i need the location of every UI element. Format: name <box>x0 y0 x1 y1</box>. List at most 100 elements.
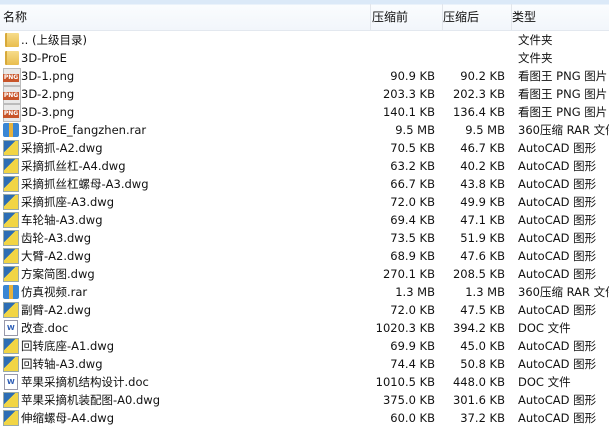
file-row[interactable]: 3D-ProE 文件夹 <box>0 49 609 67</box>
file-type: AutoCAD 图形 <box>518 141 597 155</box>
file-row[interactable]: 采摘抓-A2.dwg 70.5 KB 46.7 KB AutoCAD 图形 <box>0 139 609 157</box>
dwg-icon <box>3 248 19 264</box>
column-divider[interactable] <box>370 4 371 30</box>
size-after: 47.5 KB <box>460 303 505 317</box>
size-before: 66.7 KB <box>390 177 435 191</box>
file-type: AutoCAD 图形 <box>518 303 597 317</box>
size-before: 63.2 KB <box>390 159 435 173</box>
column-after[interactable]: 压缩后 <box>443 8 479 25</box>
size-after: 40.2 KB <box>460 159 505 173</box>
folder-icon <box>5 33 19 47</box>
column-header: 名称 压缩前 压缩后 类型 <box>0 0 609 31</box>
dwg-icon <box>3 230 19 246</box>
file-row[interactable]: 3D-2.png 203.3 KB 202.3 KB 看图王 PNG 图片 <box>0 85 609 104</box>
doc-icon <box>4 374 18 390</box>
file-row[interactable]: 采摘抓丝杠-A4.dwg 63.2 KB 40.2 KB AutoCAD 图形 <box>0 157 609 175</box>
file-name: 苹果采摘机装配图-A0.dwg <box>21 393 160 407</box>
dwg-icon <box>3 392 19 408</box>
file-name: 采摘抓-A2.dwg <box>21 141 103 155</box>
file-row[interactable]: 方案简图.dwg 270.1 KB 208.5 KB AutoCAD 图形 <box>0 265 609 283</box>
file-name: 回转轴-A3.dwg <box>21 357 103 371</box>
file-row[interactable]: 回转轴-A3.dwg 74.4 KB 50.8 KB AutoCAD 图形 <box>0 355 609 373</box>
file-row[interactable]: 改查.doc 1020.3 KB 394.2 KB DOC 文件 <box>0 319 609 337</box>
file-row[interactable]: 3D-ProE_fangzhen.rar 9.5 MB 9.5 MB 360压缩 RA… <box>0 121 609 139</box>
size-after: 51.9 KB <box>460 231 505 245</box>
dwg-icon <box>3 158 19 174</box>
size-after: 301.6 KB <box>452 393 505 407</box>
file-name: 方案简图.dwg <box>21 267 95 281</box>
column-name[interactable]: 名称 <box>3 8 27 25</box>
file-type: AutoCAD 图形 <box>518 267 597 281</box>
file-row[interactable]: 回转底座-A1.dwg 69.9 KB 45.0 KB AutoCAD 图形 <box>0 337 609 355</box>
size-after: 49.9 KB <box>460 195 505 209</box>
file-name: 副臂-A2.dwg <box>21 303 91 317</box>
size-before: 70.5 KB <box>390 141 435 155</box>
size-before: 140.1 KB <box>382 105 435 119</box>
size-after: 202.3 KB <box>452 87 505 101</box>
file-name: 3D-3.png <box>21 105 75 119</box>
file-type: AutoCAD 图形 <box>518 159 597 173</box>
size-after: 394.2 KB <box>452 321 505 335</box>
size-after: 9.5 MB <box>465 123 505 137</box>
file-name: 苹果采摘机结构设计.doc <box>21 375 149 389</box>
file-name: 3D-ProE <box>21 51 67 65</box>
column-type[interactable]: 类型 <box>512 8 536 25</box>
size-before: 1020.3 KB <box>375 321 435 335</box>
dwg-icon <box>3 410 19 426</box>
file-row[interactable]: 大臂-A2.dwg 68.9 KB 47.6 KB AutoCAD 图形 <box>0 247 609 265</box>
file-row[interactable]: 3D-1.png 90.9 KB 90.2 KB 看图王 PNG 图片 <box>0 67 609 86</box>
size-before: 375.0 KB <box>382 393 435 407</box>
size-before: 72.0 KB <box>390 195 435 209</box>
file-name: 车轮轴-A3.dwg <box>21 213 103 227</box>
column-before[interactable]: 压缩前 <box>372 8 408 25</box>
size-before: 1.3 MB <box>395 285 435 299</box>
dwg-icon <box>3 176 19 192</box>
file-row[interactable]: 3D-3.png 140.1 KB 136.4 KB 看图王 PNG 图片 <box>0 103 609 122</box>
dwg-icon <box>3 302 19 318</box>
file-type: AutoCAD 图形 <box>518 177 597 191</box>
file-type: AutoCAD 图形 <box>518 339 597 353</box>
file-row[interactable]: 齿轮-A3.dwg 73.5 KB 51.9 KB AutoCAD 图形 <box>0 229 609 247</box>
file-type: 文件夹 <box>518 33 553 47</box>
png-icon <box>3 86 21 104</box>
file-row[interactable]: 副臂-A2.dwg 72.0 KB 47.5 KB AutoCAD 图形 <box>0 301 609 319</box>
dwg-icon <box>3 140 19 156</box>
file-type: 看图王 PNG 图片 <box>518 87 608 101</box>
size-after: 46.7 KB <box>460 141 505 155</box>
file-type: 360压缩 RAR 文件 <box>518 285 609 299</box>
file-row[interactable]: 苹果采摘机装配图-A0.dwg 375.0 KB 301.6 KB AutoCAD 图… <box>0 391 609 409</box>
file-row[interactable]: 采摘抓丝杠螺母-A3.dwg 66.7 KB 43.8 KB AutoCAD 图形 <box>0 175 609 193</box>
size-before: 69.9 KB <box>390 339 435 353</box>
size-before: 60.0 KB <box>390 411 435 425</box>
file-name: 回转底座-A1.dwg <box>21 339 114 353</box>
file-type: 看图王 PNG 图片 <box>518 69 608 83</box>
file-type: 文件夹 <box>518 51 553 65</box>
size-before: 270.1 KB <box>382 267 435 281</box>
size-after: 37.2 KB <box>460 411 505 425</box>
file-row[interactable]: 采摘抓座-A3.dwg 72.0 KB 49.9 KB AutoCAD 图形 <box>0 193 609 211</box>
file-name: 伸缩螺母-A4.dwg <box>21 411 114 425</box>
file-type: DOC 文件 <box>518 375 571 389</box>
dwg-icon <box>3 356 19 372</box>
file-type: AutoCAD 图形 <box>518 411 597 425</box>
folder-icon <box>5 51 19 65</box>
file-row[interactable]: 苹果采摘机结构设计.doc 1010.5 KB 448.0 KB DOC 文件 <box>0 373 609 391</box>
file-row[interactable]: 车轮轴-A3.dwg 69.4 KB 47.1 KB AutoCAD 图形 <box>0 211 609 229</box>
rar-icon <box>3 123 19 137</box>
size-before: 203.3 KB <box>382 87 435 101</box>
dwg-icon <box>3 266 19 282</box>
file-name: 改查.doc <box>21 321 69 335</box>
file-name: .. (上级目录) <box>21 33 87 47</box>
size-after: 45.0 KB <box>460 339 505 353</box>
doc-icon <box>4 320 18 336</box>
file-type: AutoCAD 图形 <box>518 393 597 407</box>
file-row[interactable]: 伸缩螺母-A4.dwg 60.0 KB 37.2 KB AutoCAD 图形 <box>0 409 609 427</box>
file-row[interactable]: 仿真视频.rar 1.3 MB 1.3 MB 360压缩 RAR 文件 <box>0 283 609 301</box>
size-before: 9.5 MB <box>395 123 435 137</box>
size-after: 47.1 KB <box>460 213 505 227</box>
size-before: 74.4 KB <box>390 357 435 371</box>
size-before: 68.9 KB <box>390 249 435 263</box>
size-after: 136.4 KB <box>452 105 505 119</box>
file-row[interactable]: .. (上级目录) 文件夹 <box>0 31 609 49</box>
png-icon <box>3 68 21 86</box>
